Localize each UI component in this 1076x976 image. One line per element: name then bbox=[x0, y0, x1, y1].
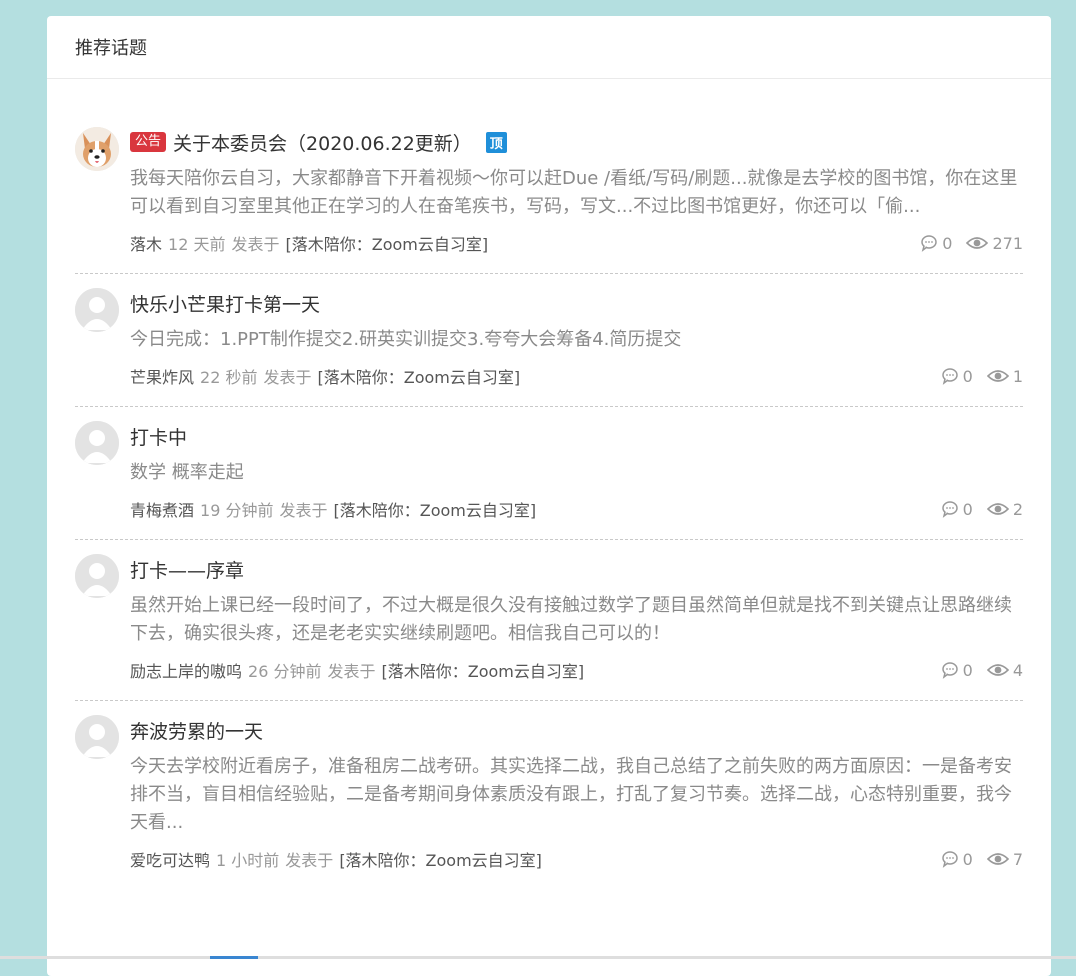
comment-count: 0 bbox=[962, 660, 973, 680]
topic-excerpt[interactable]: 今日完成：1.PPT制作提交2.研英实训提交3.夸夸大会筹备4.简历提交 bbox=[130, 326, 1023, 354]
topic-group-link[interactable]: [落木陪你：Zoom云自习室] bbox=[333, 497, 536, 521]
topic-time: 1 小时前 bbox=[216, 851, 280, 870]
topic-excerpt[interactable]: 今天去学校附近看房子，准备租房二战考研。其实选择二战，我自己总结了之前失败的两方… bbox=[130, 753, 1023, 837]
user-avatar[interactable] bbox=[75, 127, 119, 171]
eye-icon bbox=[986, 853, 1009, 865]
topic-author[interactable]: 芒果炸风 bbox=[130, 364, 194, 388]
comment-icon bbox=[941, 368, 958, 385]
topic-item: 快乐小芒果打卡第一天 今日完成：1.PPT制作提交2.研英实训提交3.夸夸大会筹… bbox=[75, 274, 1023, 407]
posted-in-label: 发表于 bbox=[285, 851, 334, 870]
topic-author[interactable]: 爱吃可达鸭 bbox=[130, 847, 210, 871]
default-avatar-icon[interactable] bbox=[75, 421, 119, 465]
topic-item: 奔波劳累的一天 今天去学校附近看房子，准备租房二战考研。其实选择二战，我自己总结… bbox=[75, 701, 1023, 889]
comment-icon bbox=[941, 662, 958, 679]
eye-icon bbox=[986, 370, 1009, 382]
topic-excerpt[interactable]: 我每天陪你云自习，大家都静音下开着视频～你可以赶Due /看纸/写码/刷题...… bbox=[130, 165, 1023, 221]
view-count: 2 bbox=[1012, 499, 1023, 519]
announcement-badge: 公告 bbox=[130, 132, 167, 152]
topic-time: 22 秒前 bbox=[200, 368, 258, 387]
panel-title: 推荐话题 bbox=[47, 16, 1051, 79]
topic-author[interactable]: 青梅煮酒 bbox=[130, 497, 194, 521]
comment-icon bbox=[941, 501, 958, 518]
default-avatar-icon[interactable] bbox=[75, 554, 119, 598]
topic-time: 19 分钟前 bbox=[200, 501, 274, 520]
topic-group-link[interactable]: [落木陪你：Zoom云自习室] bbox=[285, 231, 488, 255]
eye-icon bbox=[986, 664, 1009, 676]
topic-group-link[interactable]: [落木陪你：Zoom云自习室] bbox=[339, 847, 542, 871]
comment-count: 0 bbox=[962, 849, 973, 869]
topic-item: 打卡——序章 虽然开始上课已经一段时间了，不过大概是很久没有接触过数学了题目虽然… bbox=[75, 540, 1023, 701]
topic-list: 公告 关于本委员会（2020.06.22更新） 顶 我每天陪你云自习，大家都静音… bbox=[47, 113, 1051, 889]
posted-in-label: 发表于 bbox=[279, 501, 328, 520]
topic-group-link[interactable]: [落木陪你：Zoom云自习室] bbox=[317, 364, 520, 388]
posted-in-label: 发表于 bbox=[263, 368, 312, 387]
topic-item: 公告 关于本委员会（2020.06.22更新） 顶 我每天陪你云自习，大家都静音… bbox=[75, 113, 1023, 274]
view-count: 271 bbox=[992, 233, 1023, 253]
eye-icon bbox=[966, 237, 989, 249]
pinned-badge: 顶 bbox=[485, 131, 507, 153]
topic-title[interactable]: 打卡中 bbox=[130, 423, 187, 450]
topic-title[interactable]: 奔波劳累的一天 bbox=[130, 717, 263, 744]
topic-title[interactable]: 快乐小芒果打卡第一天 bbox=[130, 290, 320, 317]
view-count: 4 bbox=[1012, 660, 1023, 680]
recommended-topics-panel: 推荐话题 公告 关于本委员会（2020.06.22更新） 顶 我每天陪你云自习，… bbox=[47, 16, 1051, 976]
comment-icon bbox=[921, 235, 938, 252]
topic-time: 12 天前 bbox=[168, 235, 226, 254]
comment-count: 0 bbox=[962, 366, 973, 386]
view-count: 7 bbox=[1012, 849, 1023, 869]
topic-group-link[interactable]: [落木陪你：Zoom云自习室] bbox=[381, 658, 584, 682]
topic-title[interactable]: 关于本委员会（2020.06.22更新） bbox=[173, 129, 472, 156]
posted-in-label: 发表于 bbox=[327, 662, 376, 681]
comment-count: 0 bbox=[942, 233, 953, 253]
posted-in-label: 发表于 bbox=[231, 235, 280, 254]
topic-author[interactable]: 励志上岸的嗷呜 bbox=[130, 658, 242, 682]
topic-excerpt[interactable]: 数学 概率走起 bbox=[130, 459, 1023, 487]
topic-excerpt[interactable]: 虽然开始上课已经一段时间了，不过大概是很久没有接触过数学了题目虽然简单但就是找不… bbox=[130, 592, 1023, 648]
eye-icon bbox=[986, 503, 1009, 515]
topic-item: 打卡中 数学 概率走起 青梅煮酒 19 分钟前 发表于 [落木陪你：Zoom云自… bbox=[75, 407, 1023, 540]
view-count: 1 bbox=[1012, 366, 1023, 386]
topic-time: 26 分钟前 bbox=[248, 662, 322, 681]
comment-count: 0 bbox=[962, 499, 973, 519]
topic-title[interactable]: 打卡——序章 bbox=[130, 556, 244, 583]
default-avatar-icon[interactable] bbox=[75, 288, 119, 332]
default-avatar-icon[interactable] bbox=[75, 715, 119, 759]
topic-author[interactable]: 落木 bbox=[130, 231, 162, 255]
comment-icon bbox=[941, 851, 958, 868]
